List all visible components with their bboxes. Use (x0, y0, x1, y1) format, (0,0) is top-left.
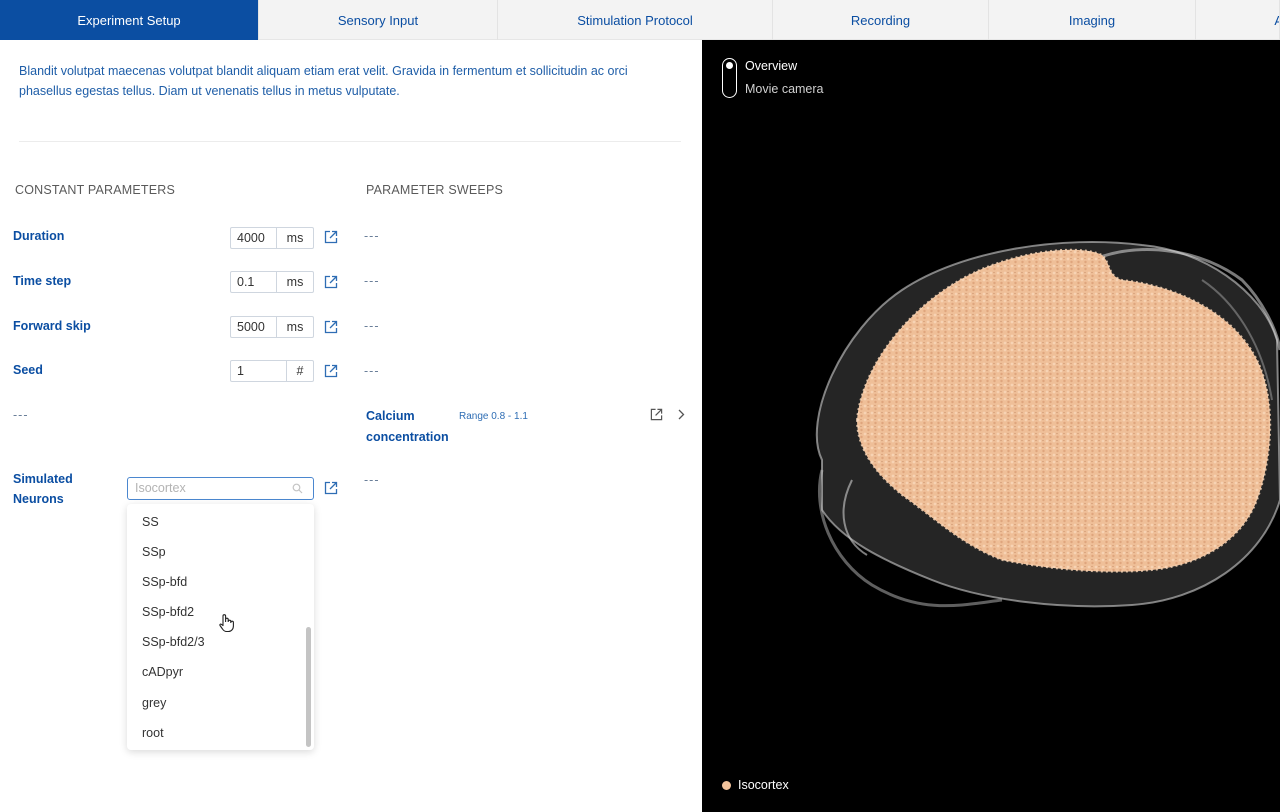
intro-text: Blandit volutpat maecenas volutpat bland… (19, 64, 628, 98)
dropdown-option[interactable]: SS (142, 515, 159, 529)
legend-label: Isocortex (738, 778, 789, 792)
time-step-sweep: --- (364, 274, 380, 288)
hand-cursor-icon (219, 614, 234, 633)
constant-parameters-title: CONSTANT PARAMETERS (15, 183, 176, 197)
brain-render[interactable] (702, 40, 1280, 812)
setup-panel: Blandit volutpat maecenas volutpat bland… (0, 40, 702, 812)
empty-constant: --- (13, 408, 29, 422)
tab-recording[interactable]: Recording (773, 0, 989, 40)
duration-input[interactable]: 4000 ms (230, 227, 314, 249)
dropdown-option[interactable]: root (142, 726, 164, 740)
neuron-search-select[interactable]: Isocortex (127, 477, 314, 500)
dropdown-option[interactable]: grey (142, 696, 166, 710)
chevron-right-icon[interactable] (677, 409, 685, 420)
legend-dot (722, 780, 731, 790)
time-step-value[interactable]: 0.1 (231, 272, 277, 292)
seed-label: Seed (13, 363, 43, 377)
tab-experiment-setup[interactable]: Experiment Setup (0, 0, 259, 40)
time-step-label: Time step (13, 274, 72, 288)
dropdown-option[interactable]: SSp-bfd2/3 (142, 635, 205, 649)
dropdown-option[interactable]: SSp (142, 545, 166, 559)
tab-overflow-label: A (1274, 13, 1279, 28)
edit-icon[interactable] (650, 408, 663, 421)
edit-icon[interactable] (324, 364, 338, 378)
time-step-unit: ms (286, 275, 304, 289)
seed-sweep: --- (364, 364, 380, 378)
calcium-label-line1: Calcium (366, 409, 415, 423)
dropdown-option[interactable]: cADpyr (142, 665, 183, 679)
calcium-label-line2: concentration (366, 430, 449, 444)
tab-stimulation-protocol[interactable]: Stimulation Protocol (498, 0, 773, 40)
edit-icon[interactable] (324, 230, 338, 244)
seed-unit: # (296, 364, 304, 378)
search-icon (292, 483, 303, 494)
tab-sensory-input[interactable]: Sensory Input (259, 0, 498, 40)
seed-input[interactable]: 1 # (230, 360, 314, 382)
edit-icon[interactable] (324, 320, 338, 334)
edit-icon[interactable] (324, 275, 338, 289)
forward-skip-input[interactable]: 5000 ms (230, 316, 314, 338)
view-toggle[interactable] (722, 58, 737, 98)
calcium-label: Calcium concentration (366, 406, 449, 448)
tab-overflow[interactable]: A (1196, 0, 1280, 40)
simulated-neurons-sweep: --- (364, 473, 380, 487)
tab-bar: Experiment Setup Sensory Input Stimulati… (0, 0, 1280, 40)
dropdown-scrollbar[interactable] (306, 627, 311, 747)
forward-skip-value[interactable]: 5000 (231, 317, 277, 337)
viewer-legend: Isocortex (722, 778, 789, 792)
time-step-input[interactable]: 0.1 ms (230, 271, 314, 293)
simulated-neurons-label-line2: Neurons (13, 492, 64, 506)
seed-value[interactable]: 1 (231, 361, 287, 381)
view-option-overview[interactable]: Overview (745, 59, 797, 73)
simulated-neurons-label-line1: Simulated (13, 472, 73, 486)
app-root: Experiment Setup Sensory Input Stimulati… (0, 0, 1280, 812)
view-option-movie-camera[interactable]: Movie camera (745, 82, 824, 96)
toggle-knob (725, 62, 733, 69)
neuron-search-placeholder: Isocortex (135, 481, 186, 495)
duration-label: Duration (13, 229, 65, 243)
dropdown-option[interactable]: SSp-bfd (142, 575, 187, 589)
duration-sweep: --- (364, 229, 380, 243)
edit-icon[interactable] (324, 481, 338, 495)
divider (19, 141, 681, 142)
forward-skip-sweep: --- (364, 319, 380, 333)
tab-imaging[interactable]: Imaging (989, 0, 1196, 40)
parameter-sweeps-title: PARAMETER SWEEPS (366, 183, 504, 197)
duration-unit: ms (286, 231, 304, 245)
forward-skip-label: Forward skip (13, 319, 91, 333)
dropdown-option[interactable]: SSp-bfd2 (142, 605, 194, 619)
forward-skip-unit: ms (286, 320, 304, 334)
duration-value[interactable]: 4000 (231, 228, 277, 248)
simulated-neurons-label: Simulated Neurons (13, 469, 73, 509)
calcium-range: Range 0.8 - 1.1 (459, 411, 528, 422)
3d-viewer[interactable]: Overview Movie camera Isocortex (702, 40, 1280, 812)
